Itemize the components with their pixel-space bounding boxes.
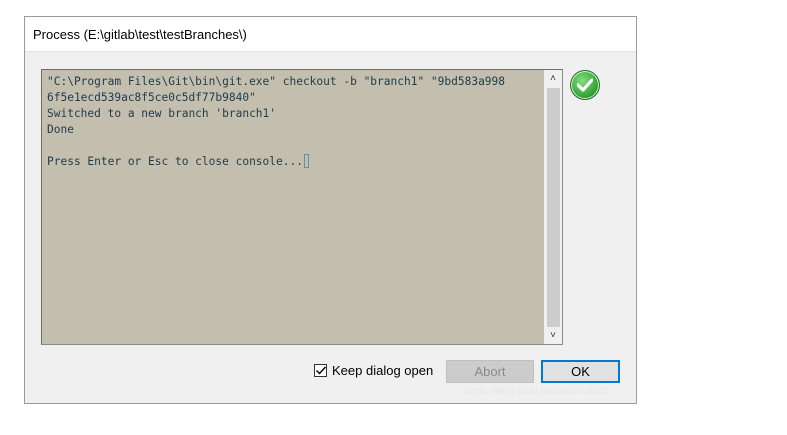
console-line: Switched to a new branch 'branch1' — [47, 107, 277, 120]
chevron-down-icon: ˅ — [550, 330, 556, 341]
checkmark-icon — [316, 366, 326, 375]
console-text: "C:\Program Files\Git\bin\git.exe" check… — [47, 74, 547, 170]
success-check-icon — [570, 70, 600, 100]
console-line: Press Enter or Esc to close console... — [47, 155, 303, 168]
scroll-down-button[interactable]: ˅ — [544, 327, 562, 344]
console-line: "C:\Program Files\Git\bin\git.exe" check… — [47, 75, 506, 88]
console-line: Done — [47, 123, 74, 136]
ok-button[interactable]: OK — [541, 360, 620, 383]
title-bar[interactable]: Process (E:\gitlab\test\testBranches\) — [25, 17, 636, 52]
console-line: 6f5e1ecd539ac8f5ce0c5df77b9840" — [47, 91, 256, 104]
text-caret — [303, 154, 309, 168]
check-icon — [577, 78, 593, 92]
scroll-up-button[interactable]: ˄ — [544, 70, 562, 87]
watermark: https://blog.csdn.net/lanbus2006 — [465, 386, 609, 397]
vertical-scrollbar[interactable]: ˄ ˅ — [544, 70, 562, 344]
console-output[interactable]: "C:\Program Files\Git\bin\git.exe" check… — [41, 69, 563, 345]
abort-button[interactable]: Abort — [446, 360, 534, 383]
chevron-up-icon: ˄ — [550, 73, 556, 84]
process-dialog: Process (E:\gitlab\test\testBranches\) "… — [24, 16, 637, 404]
scroll-thumb[interactable] — [547, 88, 560, 327]
keep-dialog-open-checkbox[interactable] — [314, 364, 327, 377]
window-title: Process (E:\gitlab\test\testBranches\) — [33, 27, 247, 42]
keep-dialog-open-label[interactable]: Keep dialog open — [332, 363, 433, 378]
